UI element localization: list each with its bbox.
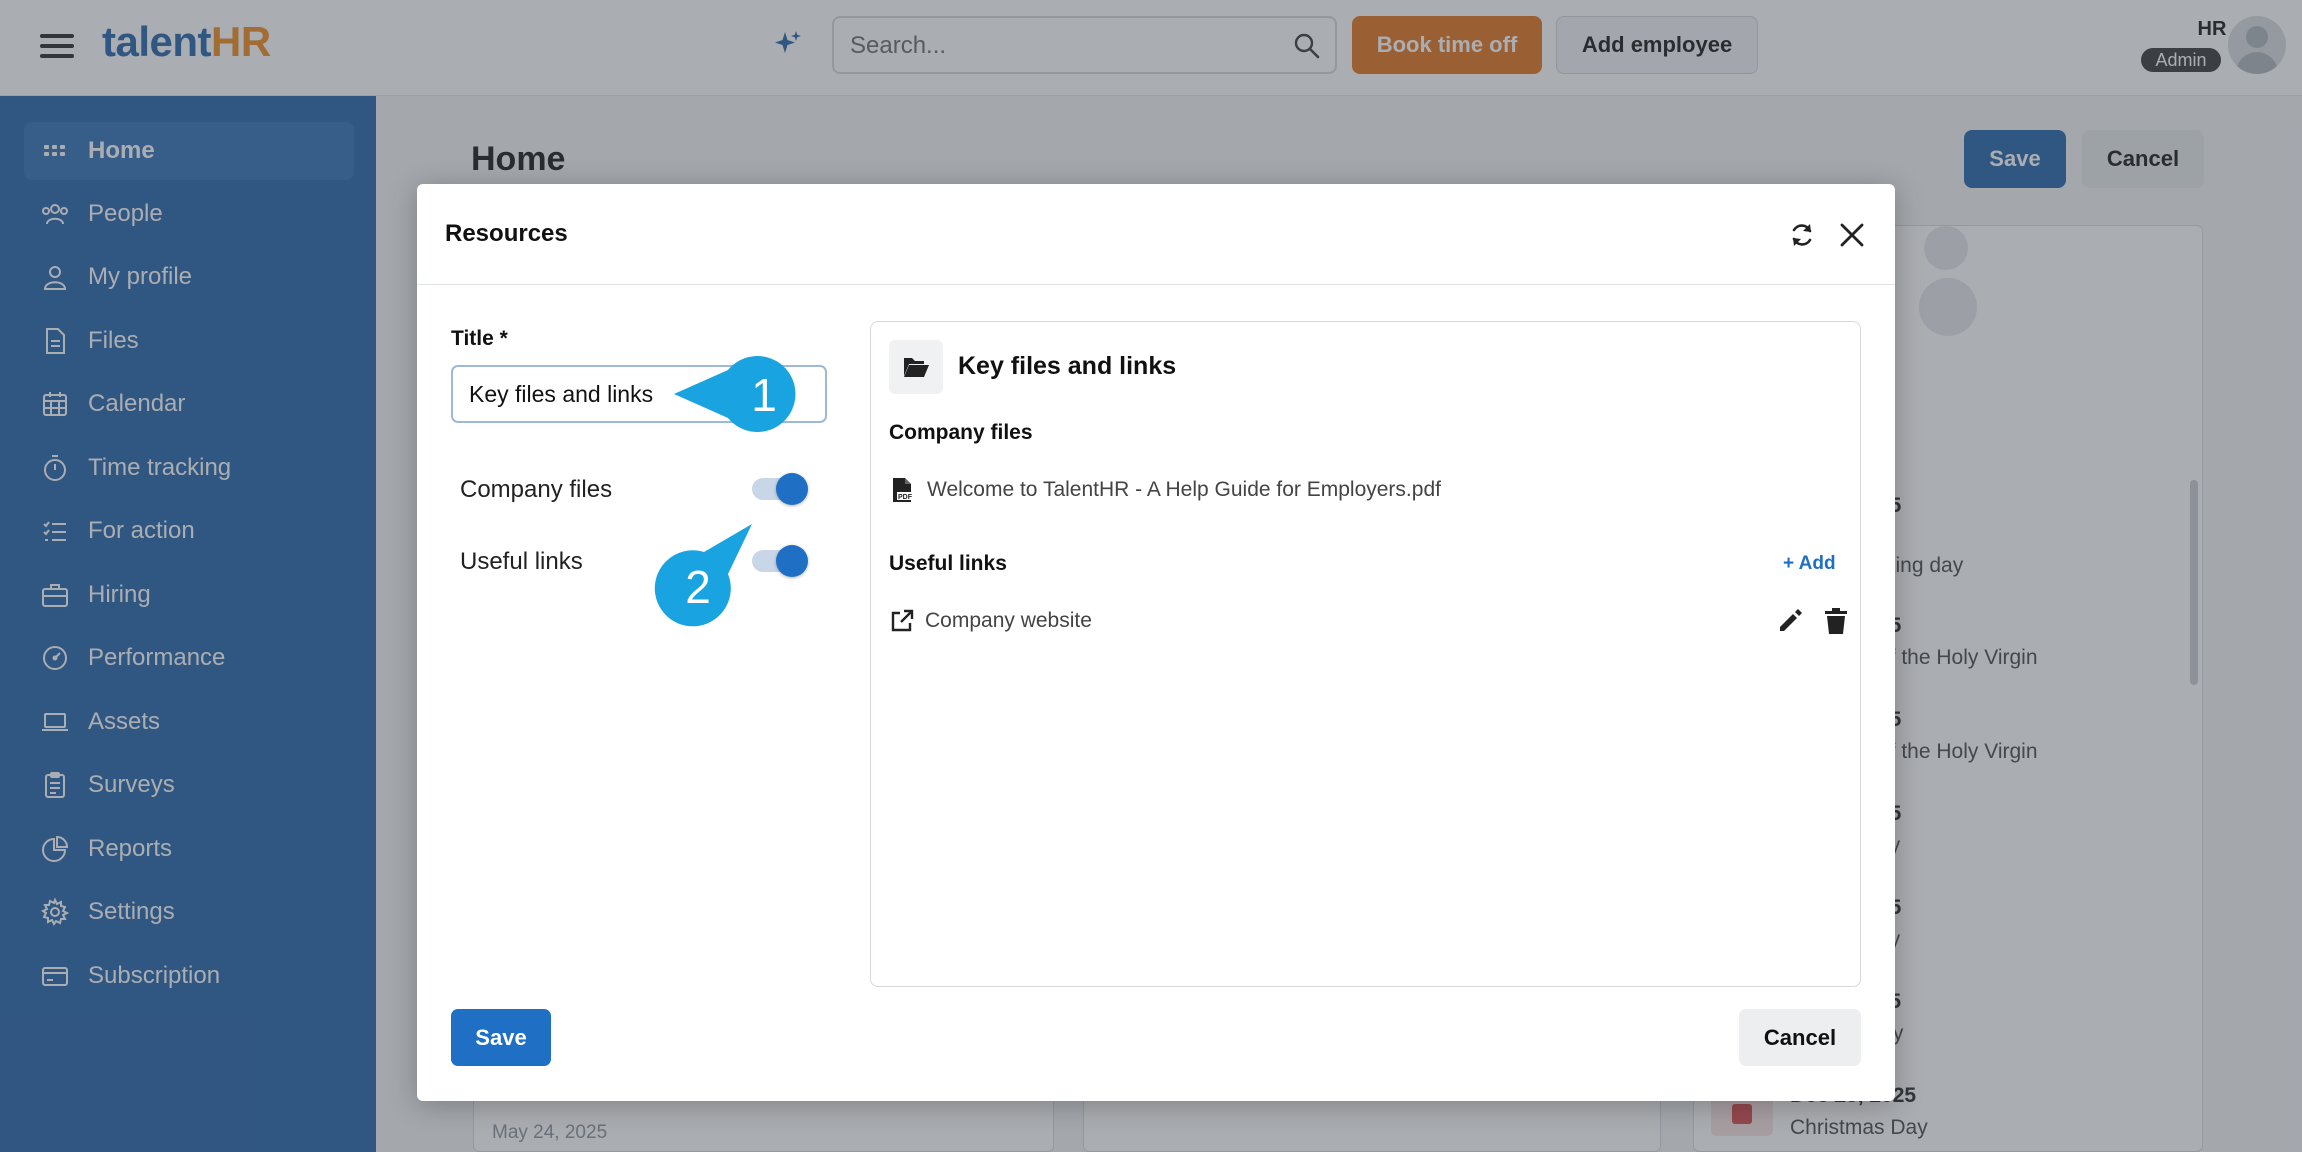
company-files-toggle-row: Company files — [460, 470, 820, 510]
callout-marker-1: 1 — [668, 354, 796, 434]
useful-links-toggle-row: Useful links — [460, 542, 820, 582]
modal-title: Resources — [445, 220, 568, 247]
modal-save-button[interactable]: Save — [451, 1009, 551, 1066]
divider — [417, 284, 1895, 285]
preview-title: Key files and links — [958, 352, 1177, 380]
link-item[interactable]: Company website — [889, 606, 1092, 636]
title-label: Title * — [451, 327, 508, 350]
folder-open-icon — [889, 340, 943, 394]
edit-icon[interactable] — [1777, 608, 1803, 634]
trash-icon[interactable] — [1823, 607, 1849, 635]
callout-number: 1 — [751, 369, 777, 421]
resources-modal: Resources Title * Company files Useful l… — [417, 184, 1895, 1101]
close-icon[interactable] — [1837, 220, 1867, 250]
pdf-file-icon: PDF — [893, 478, 913, 502]
link-name[interactable]: Company website — [925, 609, 1092, 633]
svg-text:PDF: PDF — [898, 494, 913, 501]
resources-preview: Key files and links Company files PDF We… — [870, 321, 1861, 987]
toggle-label: Company files — [460, 476, 613, 503]
company-files-toggle[interactable] — [752, 473, 808, 505]
callout-number: 2 — [685, 561, 711, 613]
useful-links-heading: Useful links — [889, 552, 1007, 575]
add-link-button[interactable]: + Add — [1783, 553, 1836, 575]
file-item[interactable]: PDF Welcome to TalentHR - A Help Guide f… — [889, 475, 1441, 505]
callout-marker-2: 2 — [654, 518, 764, 628]
external-link-icon — [891, 609, 914, 632]
refresh-icon[interactable] — [1787, 220, 1817, 250]
modal-cancel-button[interactable]: Cancel — [1739, 1009, 1861, 1066]
company-files-heading: Company files — [889, 421, 1033, 444]
file-name[interactable]: Welcome to TalentHR - A Help Guide for E… — [927, 478, 1441, 502]
toggle-label: Useful links — [460, 548, 583, 575]
